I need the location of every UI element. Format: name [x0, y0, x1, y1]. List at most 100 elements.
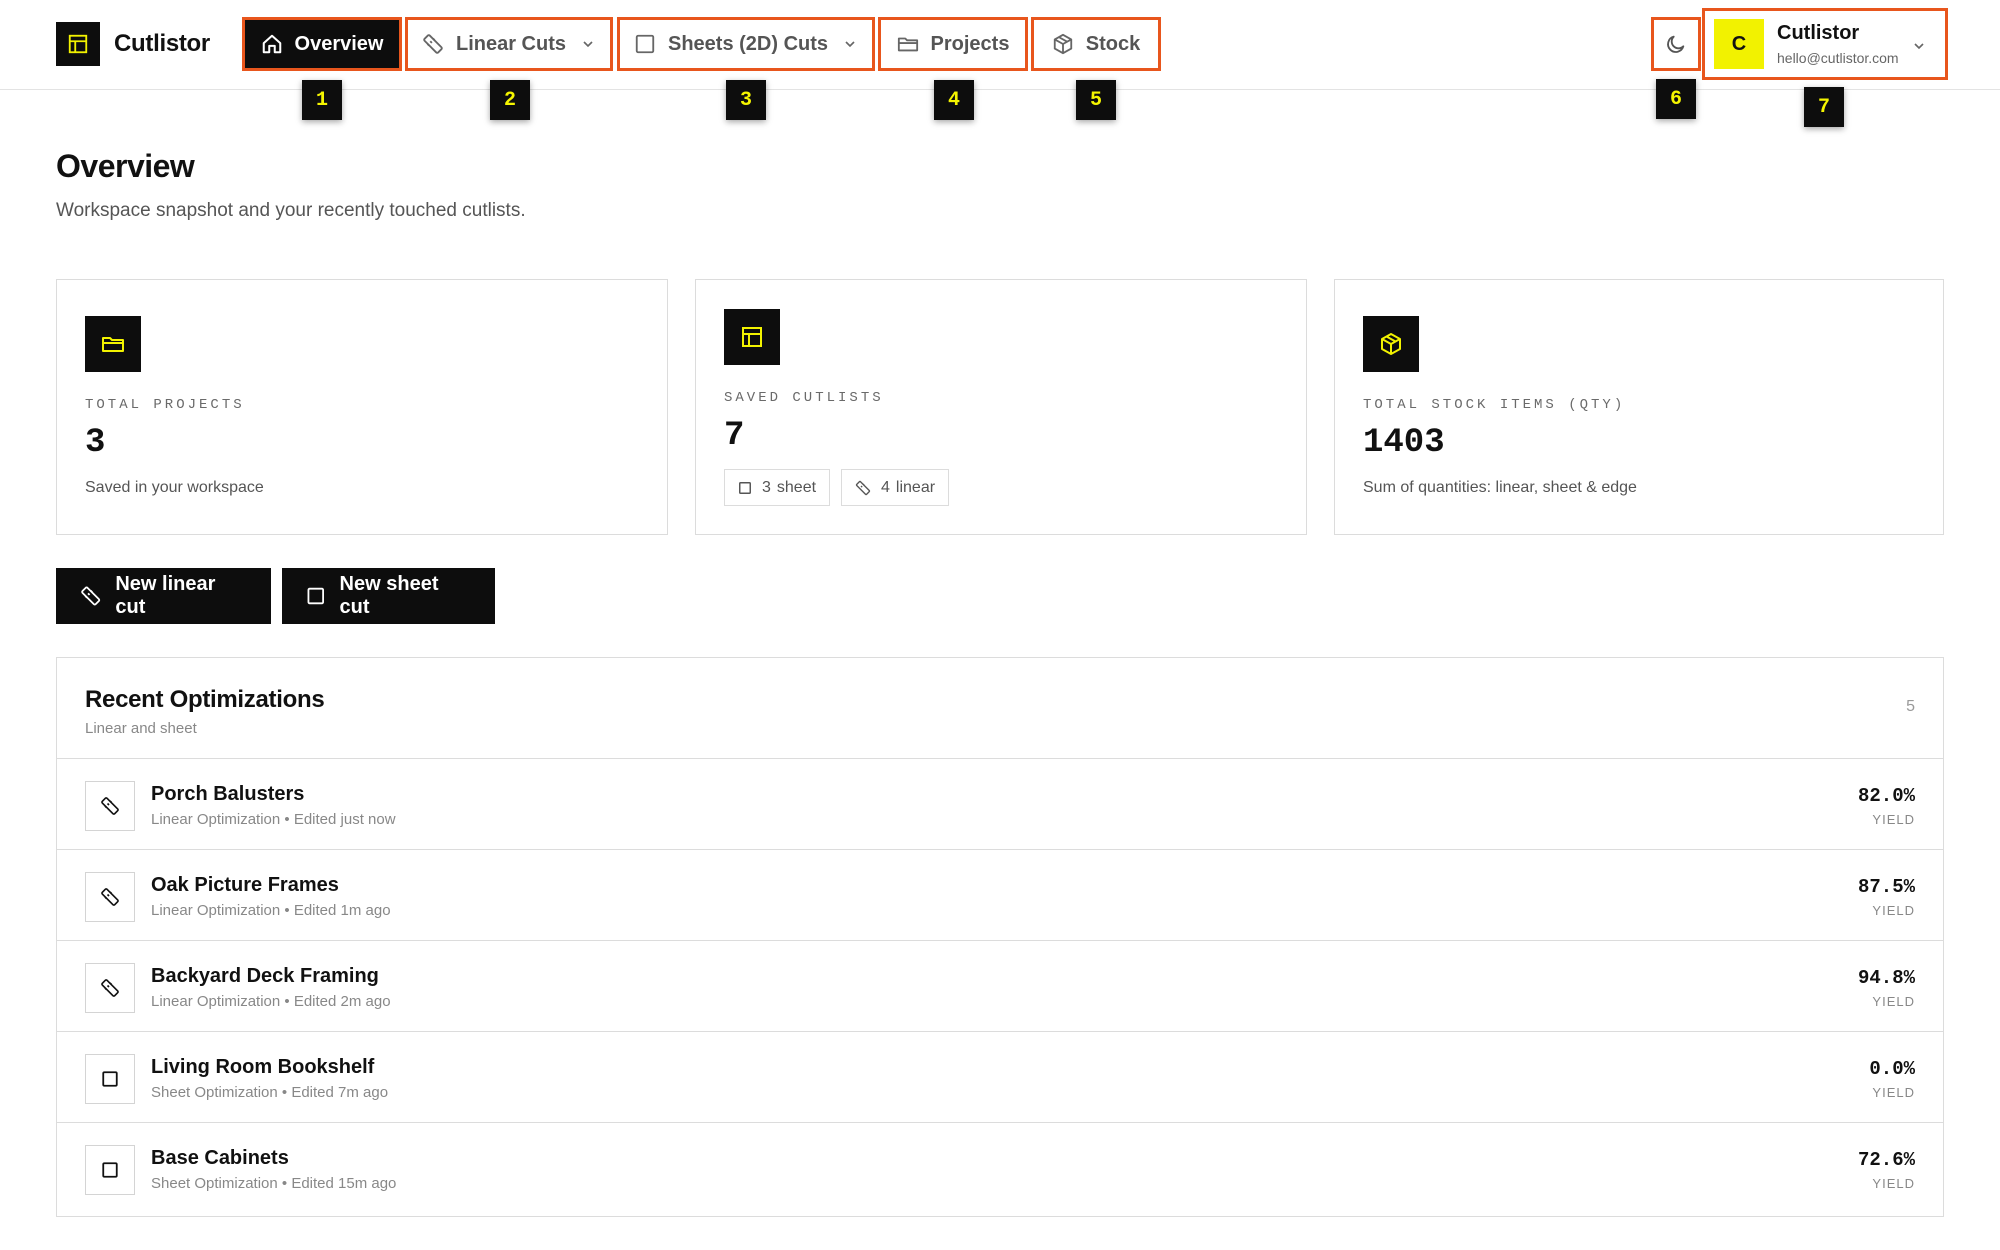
table-row[interactable]: Living Room Bookshelf Sheet Optimization…: [57, 1032, 1943, 1123]
table-row[interactable]: Oak Picture Frames Linear Optimization •…: [57, 850, 1943, 941]
row-meta: Linear Optimization • Edited 1m ago: [151, 902, 391, 919]
ruler-icon: [423, 34, 443, 54]
linear-count: 4: [881, 478, 890, 496]
stat-note: Saved in your workspace: [85, 479, 264, 496]
new-sheet-cut-button[interactable]: New sheet cut: [282, 568, 495, 624]
yield-label: YIELD: [1872, 1085, 1915, 1100]
top-bar: Cutlistor Overview Linear Cuts Sheets (2…: [0, 0, 2000, 90]
nav-sheets-cuts[interactable]: Sheets (2D) Cuts: [617, 17, 875, 71]
new-linear-cut-label: New linear cut: [115, 573, 216, 618]
yield-label: YIELD: [1872, 812, 1915, 827]
new-linear-cut-button[interactable]: New linear cut: [56, 568, 271, 624]
nav-linear-cuts[interactable]: Linear Cuts: [405, 17, 613, 71]
linear-count-label: linear: [895, 478, 936, 496]
yield-value: 94.8%: [1857, 967, 1915, 989]
table-row[interactable]: Backyard Deck Framing Linear Optimizatio…: [57, 941, 1943, 1032]
ruler-icon: [85, 872, 135, 922]
moon-icon: [1667, 35, 1685, 53]
nav-projects-label: Projects: [930, 32, 1010, 55]
box-icon: [1053, 33, 1072, 55]
panel-title: Recent Optimizations: [85, 686, 325, 713]
annotation-badge: 4: [934, 80, 974, 120]
row-yield: 0.0% YIELD: [1869, 1058, 1915, 1100]
logo-icon: [56, 22, 100, 66]
sheet-count-label: sheet: [776, 478, 817, 496]
chevron-down-icon: [1914, 43, 1924, 50]
annotation-badge: 5: [1076, 80, 1116, 120]
nav-stock-label: Stock: [1085, 32, 1141, 55]
ruler-icon: [85, 963, 135, 1013]
box-icon: [1363, 316, 1419, 372]
stat-value: 7: [724, 417, 745, 455]
yield-value: 0.0%: [1869, 1058, 1915, 1080]
ruler-icon: [81, 586, 101, 606]
row-title: Backyard Deck Framing: [151, 965, 379, 987]
row-meta: Sheet Optimization • Edited 7m ago: [151, 1084, 389, 1101]
home-icon: [262, 34, 281, 54]
row-title: Oak Picture Frames: [151, 874, 339, 896]
nav-overview[interactable]: Overview: [242, 17, 402, 71]
nav-overview-label: Overview: [294, 32, 384, 55]
square-icon: [739, 481, 751, 494]
annotation-badge: 6: [1656, 79, 1696, 119]
nav-linear-cuts-label: Linear Cuts: [455, 32, 567, 55]
row-title: Porch Balusters: [151, 783, 305, 805]
stat-note: Sum of quantities: linear, sheet & edge: [1363, 479, 1637, 496]
table-row[interactable]: Base Cabinets Sheet Optimization • Edite…: [57, 1123, 1943, 1214]
panel-subtitle: Linear and sheet: [85, 720, 197, 737]
row-yield: 94.8% YIELD: [1858, 967, 1915, 1009]
stat-label: SAVED CUTLISTS: [724, 390, 884, 406]
ruler-icon: [855, 480, 871, 495]
annotation-badge: 3: [726, 80, 766, 120]
layout-icon: [724, 309, 780, 365]
row-yield: 82.0% YIELD: [1858, 785, 1915, 827]
stat-value: 1403: [1363, 424, 1445, 462]
nav-sheets-cuts-label: Sheets (2D) Cuts: [667, 32, 829, 55]
user-name: Cutlistor: [1777, 22, 1860, 44]
page-subtitle: Workspace snapshot and your recently tou…: [56, 200, 526, 221]
stat-card-cutlists: SAVED CUTLISTS 7 3 sheet 4 linear: [695, 279, 1307, 535]
annotation-badge: 2: [490, 80, 530, 120]
stat-value: 3: [85, 424, 106, 462]
chevron-down-icon: [583, 41, 593, 48]
row-title: Base Cabinets: [151, 1147, 289, 1169]
sheet-count-chip: 3 sheet: [724, 469, 831, 506]
avatar: C: [1714, 19, 1764, 69]
linear-count-chip: 4 linear: [841, 469, 950, 506]
sheet-count: 3: [762, 478, 771, 496]
nav-stock[interactable]: Stock: [1031, 17, 1161, 71]
panel-header: Recent Optimizations Linear and sheet 5: [57, 658, 1943, 759]
yield-label: YIELD: [1872, 903, 1915, 918]
new-sheet-cut-label: New sheet cut: [339, 573, 439, 618]
row-title: Living Room Bookshelf: [151, 1056, 375, 1078]
row-meta: Sheet Optimization • Edited 15m ago: [151, 1175, 397, 1192]
row-yield: 72.6% YIELD: [1858, 1149, 1915, 1191]
yield-value: 82.0%: [1857, 785, 1915, 807]
brand-name: Cutlistor: [114, 30, 210, 57]
annotation-badge: 1: [302, 80, 342, 120]
stat-label: TOTAL STOCK ITEMS (QTY): [1363, 397, 1626, 413]
square-icon: [307, 587, 324, 605]
row-meta: Linear Optimization • Edited just now: [151, 811, 396, 828]
user-menu[interactable]: C Cutlistor hello@cutlistor.com: [1702, 8, 1948, 80]
folder-icon: [85, 316, 141, 372]
theme-toggle-button[interactable]: [1651, 17, 1701, 71]
row-yield: 87.5% YIELD: [1858, 876, 1915, 918]
annotation-badge: 7: [1804, 87, 1844, 127]
brand[interactable]: Cutlistor: [56, 22, 210, 66]
ruler-icon: [85, 781, 135, 831]
user-email: hello@cutlistor.com: [1777, 50, 1899, 66]
yield-label: YIELD: [1872, 994, 1915, 1009]
table-row[interactable]: Porch Balusters Linear Optimization • Ed…: [57, 759, 1943, 850]
recent-optimizations-panel: Recent Optimizations Linear and sheet 5 …: [56, 657, 1944, 1217]
chevron-down-icon: [845, 41, 855, 48]
square-icon: [85, 1054, 135, 1104]
row-meta: Linear Optimization • Edited 2m ago: [151, 993, 391, 1010]
nav-projects[interactable]: Projects: [878, 17, 1028, 71]
stat-card-projects: TOTAL PROJECTS 3 Saved in your workspace: [56, 279, 668, 535]
yield-label: YIELD: [1872, 1176, 1915, 1191]
yield-value: 87.5%: [1857, 876, 1915, 898]
folder-icon: [897, 37, 918, 52]
page-title: Overview: [56, 148, 195, 184]
square-icon: [85, 1145, 135, 1195]
